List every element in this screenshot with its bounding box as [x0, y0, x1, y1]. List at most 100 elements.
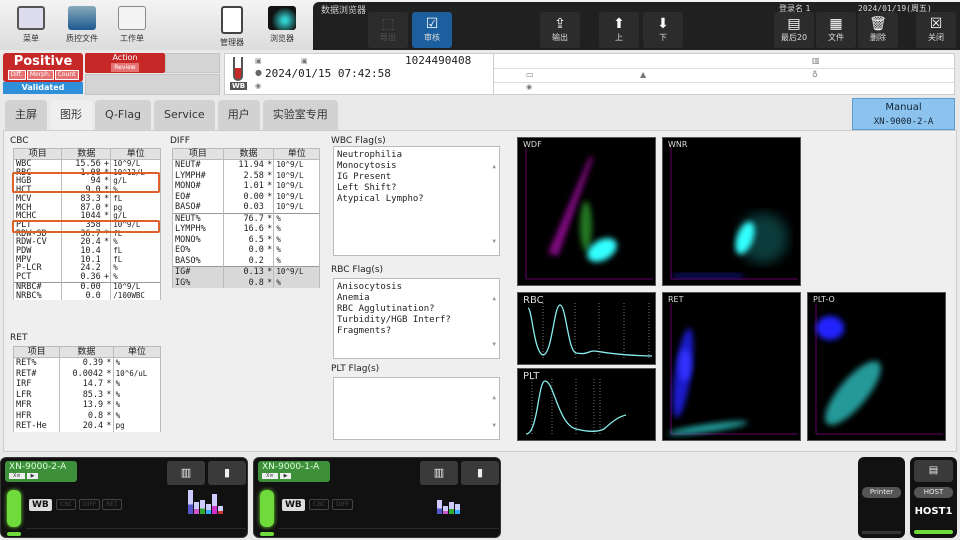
table-row[interactable]: NEUT% 76.7 *% [172, 212, 320, 224]
table-row[interactable]: NEUT# 11.94 * 10^9/L [172, 159, 320, 171]
file-button[interactable]: ▦ 文件 [816, 12, 856, 48]
scroll-up-icon[interactable]: ▲ [492, 293, 496, 304]
wbc-flags-title: WBC Flag(s) [331, 136, 386, 146]
qc-file-button[interactable]: 质控文件 [60, 6, 104, 44]
tab-user[interactable]: 用户 [217, 100, 260, 130]
col-value: 数据 [59, 346, 114, 358]
table-row[interactable]: IG% 0.8 *% [172, 277, 320, 288]
analyzer-panel[interactable]: XN-9000-2-A X≡ ▶ ▥ ▮ WB CBC DIFF RET [0, 457, 248, 538]
item-unit: fL [110, 255, 161, 265]
table-row[interactable]: EO% 0.0 *% [172, 245, 320, 256]
analyzer-name-badge[interactable]: XN-9000-2-A X≡ ▶ [5, 461, 77, 482]
table-row[interactable]: BASO% 0.2% [172, 255, 320, 267]
table-row[interactable]: MONO% 6.5 *% [172, 234, 320, 245]
item-name: IG# [172, 266, 224, 278]
item-flag: * [106, 410, 112, 421]
table-row[interactable]: IRF 14.7 *% [12, 379, 162, 390]
item-value: 0.8 [59, 410, 106, 421]
item-name: LYMPH# [172, 170, 224, 181]
table-row[interactable]: PCT 0.36 +% [12, 272, 161, 283]
tab-service[interactable]: Service [154, 100, 215, 130]
table-row[interactable]: EO# 0.00 * 10^9/L [172, 191, 320, 202]
diff-table: 项目 数据 单位 NEUT# 11.94 * 10^9/L LYMPH# 2.58 * 10^9/L… [172, 148, 320, 288]
analyzer-name-badge[interactable]: XN-9000-1-A X≡ ▶ [258, 461, 330, 482]
table-row[interactable]: LFR 85.3 *% [12, 389, 162, 400]
analyzer-panel[interactable]: XN-9000-1-A X≡ ▶ ▥ ▮ WB CBC DIFF [253, 457, 501, 538]
close-button[interactable]: ☒ 关闭 [916, 12, 956, 48]
item-unit: % [112, 410, 162, 421]
tab-qflag[interactable]: Q-Flag [95, 100, 152, 130]
host-button[interactable]: ▤ HOST HOST1 [910, 457, 957, 538]
table-row[interactable]: LYMPH% 16.6 *% [172, 224, 320, 235]
item-value: 13.9 [59, 400, 106, 411]
scroll-down-icon[interactable]: ▼ [492, 420, 496, 431]
rbc-histogram[interactable]: RBC [517, 292, 656, 365]
last20-button[interactable]: ▤ 最后20 [774, 12, 814, 48]
table-row[interactable]: LYMPH# 2.58 * 10^9/L [172, 170, 320, 181]
label: 工作单 [120, 34, 144, 43]
doctor-icon: ♁ [812, 70, 818, 79]
manager-button[interactable]: 管理器 [210, 6, 254, 48]
tab-lab[interactable]: 实验室专用 [262, 100, 338, 130]
item-name: BASO% [172, 255, 224, 267]
table-row[interactable]: BASO# 0.03 10^9/L [172, 202, 320, 213]
browser-button[interactable]: 浏览器 [260, 6, 304, 44]
arrow-up-button[interactable]: ⬆ 上 [599, 12, 639, 48]
item-unit: % [112, 389, 162, 400]
col-unit: 单位 [110, 148, 161, 160]
table-row[interactable]: RET% 0.39 *% [12, 357, 162, 369]
wdf-scattergram[interactable]: WDF [517, 137, 656, 286]
table-header: 项目 数据 单位 [12, 346, 162, 358]
table-row[interactable]: HFR 0.8 *% [12, 410, 162, 421]
table-row[interactable]: RET# 0.0042 * 10^6/uL [12, 368, 162, 379]
tab-home[interactable]: 主屏 [5, 100, 47, 130]
wnr-scattergram[interactable]: WNR [662, 137, 801, 286]
menu-button[interactable]: 菜单 [9, 6, 53, 44]
ward-icon: ▥ [812, 56, 820, 65]
channel-badge: DIFF [79, 499, 101, 510]
sampler-icon[interactable]: ▮ [208, 461, 246, 485]
comment-icon: ◉ [255, 82, 262, 90]
reagent-icon[interactable]: ▥ [420, 461, 458, 485]
trash-button[interactable]: 🗑 删除 [858, 12, 898, 48]
ret-scattergram[interactable]: RET [662, 292, 801, 441]
table-row[interactable]: IG# 0.13 * 10^9/L [172, 266, 320, 278]
plt-histogram[interactable]: PLT [517, 368, 656, 441]
worklist-button[interactable]: 工作单 [110, 6, 154, 44]
ret-scatter-svg [668, 303, 798, 435]
sample-datetime: 2024/01/15 07:42:58 [265, 67, 391, 80]
label: 管理器 [220, 38, 244, 47]
scroll-up-icon[interactable]: ▲ [492, 392, 496, 403]
reagent-bar [200, 500, 205, 514]
table-row[interactable]: MFR 13.9 *% [12, 400, 162, 411]
item-unit: 10^9/L [273, 181, 320, 192]
scroll-up-icon[interactable]: ▲ [492, 161, 496, 172]
validated-badge: Validated [3, 82, 83, 94]
output-button[interactable]: ⇪ 输出 [540, 12, 580, 48]
flag-item: IG Present [337, 172, 392, 182]
plt-o-scattergram[interactable]: PLT-O [807, 292, 946, 441]
table-row[interactable]: MONO# 1.01 * 10^9/L [172, 181, 320, 192]
table-row[interactable]: NRBC% 0.0/100WBC [12, 291, 161, 301]
validate-check-button[interactable]: ☑ 审核 [412, 12, 452, 48]
mode-chip: ▶ [26, 473, 39, 479]
manual-mode-button[interactable]: Manual XN-9000-2-A [852, 98, 955, 130]
table-row[interactable]: RET-He 20.4 * pg [12, 421, 162, 432]
sampler-icon[interactable]: ▮ [461, 461, 499, 485]
item-name: MONO# [172, 181, 224, 192]
tab-bar: 主屏 图形 Q-Flag Service 用户 实验室专用 [5, 100, 338, 130]
item-value: 0.2 [222, 255, 266, 267]
scroll-down-icon[interactable]: ▼ [492, 339, 496, 350]
reagent-level-bars [188, 488, 223, 514]
reagent-icon[interactable]: ▥ [167, 461, 205, 485]
col-unit: 单位 [273, 148, 320, 160]
tab-graphics[interactable]: 图形 [50, 100, 92, 130]
export-button[interactable]: ⬚ 导出 [368, 12, 408, 48]
item-value: 76.7 [222, 212, 266, 224]
reagent-bar [443, 506, 448, 514]
scroll-down-icon[interactable]: ▼ [492, 236, 496, 247]
item-value: 0.00 [222, 191, 266, 202]
item-flag: * [106, 368, 112, 379]
printer-button[interactable]: Printer [858, 457, 905, 538]
arrow-down-button[interactable]: ⬇ 下 [643, 12, 683, 48]
